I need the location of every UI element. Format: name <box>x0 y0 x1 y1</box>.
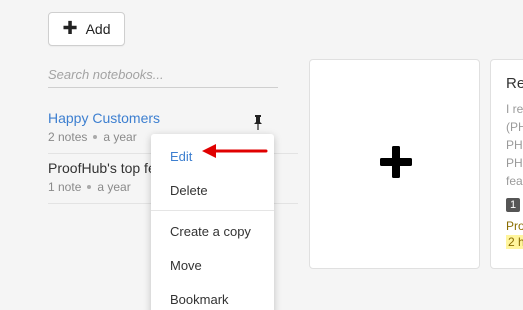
notebook-age: a year <box>103 130 137 144</box>
new-note-card[interactable] <box>309 59 480 269</box>
menu-item-move[interactable]: Move <box>151 249 274 283</box>
pin-icon[interactable] <box>252 115 264 131</box>
menu-item-create-copy[interactable]: Create a copy <box>151 215 274 249</box>
excerpt-line: I re <box>506 102 523 116</box>
note-card-author: Pro <box>506 219 523 233</box>
add-button-label: Add <box>85 21 111 37</box>
notebook-note-count: 2 notes <box>48 130 88 144</box>
notebooks-page: ✚ Add Happy Customers 2 notesa year Proo… <box>0 0 523 310</box>
note-card-time: 2 h <box>506 235 523 249</box>
note-card-title: Re <box>506 75 523 92</box>
note-card[interactable]: Re I re (PH PH PH fea 1 Pro 2 h <box>490 59 523 269</box>
plus-icon <box>380 146 412 178</box>
notebook-age: a year <box>97 180 131 194</box>
excerpt-line: (PH <box>506 120 523 134</box>
excerpt-line: fea <box>506 174 523 188</box>
excerpt-line: PH <box>506 138 523 152</box>
search-input[interactable] <box>48 62 278 88</box>
add-button[interactable]: ✚ Add <box>48 12 125 46</box>
note-card-excerpt: I re (PH PH PH fea <box>506 100 523 190</box>
notebook-context-menu: Edit Delete Create a copy Move Bookmark <box>151 134 274 310</box>
menu-item-bookmark[interactable]: Bookmark <box>151 283 274 310</box>
menu-item-delete[interactable]: Delete <box>151 174 274 208</box>
plus-icon: ✚ <box>62 18 78 38</box>
count-badge: 1 <box>506 198 521 212</box>
red-arrow-annotation <box>202 144 268 158</box>
notebook-title[interactable]: ProofHub's top fe <box>48 160 168 176</box>
notebook-note-count: 1 note <box>48 180 82 194</box>
separator-dot <box>93 134 98 139</box>
excerpt-line: PH <box>506 156 523 170</box>
separator-dot <box>87 184 92 189</box>
menu-divider <box>151 210 274 211</box>
